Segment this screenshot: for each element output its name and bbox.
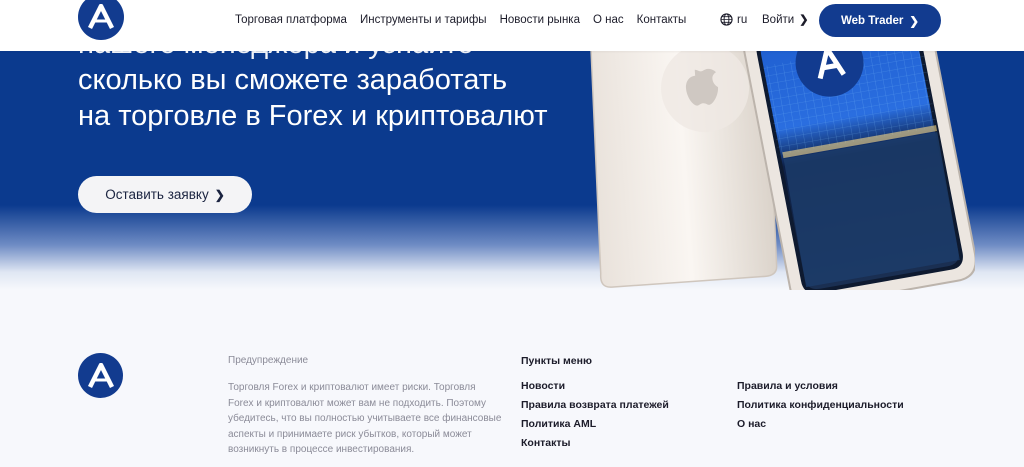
login-link[interactable]: Войти ❯ — [762, 13, 809, 27]
nav-market-news[interactable]: Новости рынка — [500, 14, 580, 26]
nav-about[interactable]: О нас — [593, 14, 624, 26]
chevron-right-icon: ❯ — [214, 187, 225, 202]
web-trader-label: Web Trader — [840, 14, 904, 27]
footer-link-about[interactable]: О нас — [737, 418, 904, 437]
web-trader-button[interactable]: Web Trader ❯ — [819, 4, 941, 37]
hero-title-line: на торговле в Forex и криптовалют — [78, 100, 548, 132]
login-label: Войти — [762, 13, 795, 26]
footer-link-news[interactable]: Новости — [521, 380, 669, 399]
language-label: ru — [737, 13, 748, 26]
submit-request-label: Оставить заявку — [105, 187, 209, 202]
language-selector[interactable]: ru — [720, 13, 747, 26]
footer-link-privacy-policy[interactable]: Политика конфиденциальности — [737, 399, 904, 418]
nav-contacts[interactable]: Контакты — [637, 14, 687, 26]
footer-link-aml-policy[interactable]: Политика AML — [521, 418, 669, 437]
submit-request-button[interactable]: Оставить заявку ❯ — [78, 176, 252, 213]
top-header: Торговая платформа Инструменты и тарифы … — [0, 0, 1024, 51]
nav-trading-platform[interactable]: Торговая платформа — [235, 14, 347, 26]
footer-link-contacts[interactable]: Контакты — [521, 437, 669, 456]
hero-title: нашего менеджера и узнайте сколько вы см… — [78, 28, 638, 134]
warning-text: Торговля Forex и криптовалют имеет риски… — [228, 382, 502, 455]
chevron-right-icon: ❯ — [799, 14, 809, 26]
chevron-right-icon: ❯ — [909, 15, 920, 28]
warning-title: Предупреждение — [228, 355, 309, 366]
phones-illustration — [589, 20, 975, 290]
globe-icon — [720, 13, 733, 26]
footer-menu-col-1: Новости Правила возврата платежей Полити… — [521, 380, 669, 456]
footer-menu-title: Пункты меню — [521, 355, 592, 367]
logo-a-icon[interactable] — [78, 0, 124, 40]
footer-link-refund-policy[interactable]: Правила возврата платежей — [521, 399, 669, 418]
footer-logo-a-icon[interactable] — [78, 353, 123, 398]
hero-title-line: сколько вы сможете заработать — [78, 64, 508, 96]
footer-link-terms[interactable]: Правила и условия — [737, 380, 904, 399]
footer-menu-col-2: Правила и условия Политика конфиденциаль… — [737, 380, 904, 437]
nav-instruments-tariffs[interactable]: Инструменты и тарифы — [360, 14, 487, 26]
main-nav: Торговая платформа Инструменты и тарифы … — [235, 14, 699, 26]
